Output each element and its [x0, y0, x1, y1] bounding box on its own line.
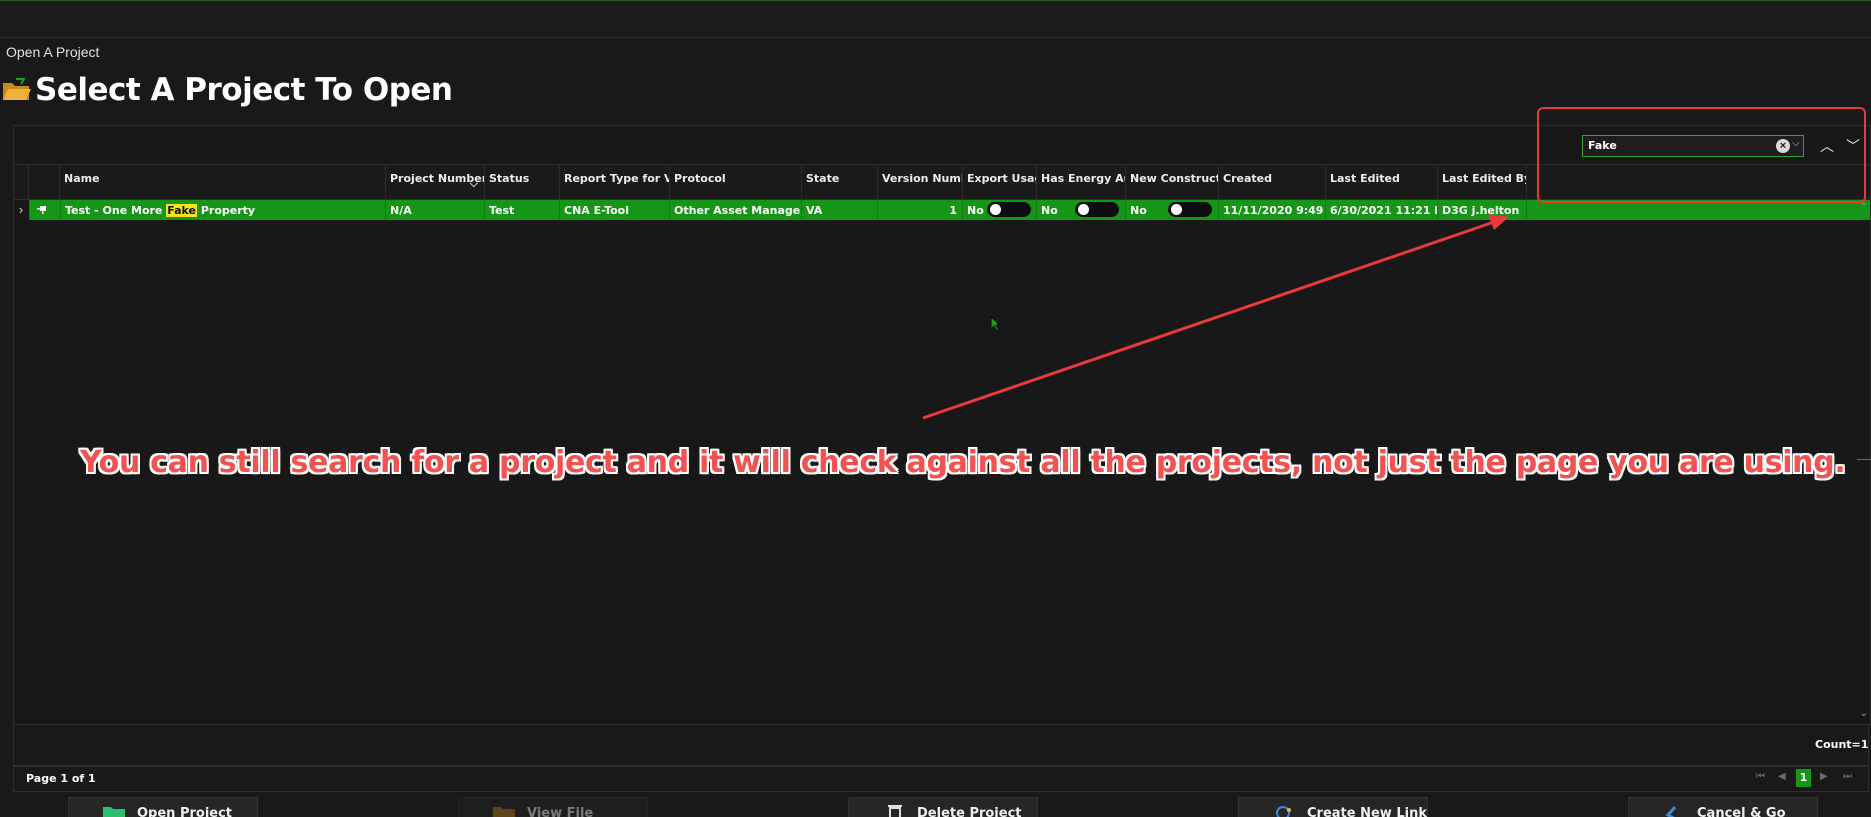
- annotation-text: You can still search for a project and i…: [80, 445, 1846, 480]
- annotation-arrow: [922, 214, 1509, 420]
- mouse-cursor-icon: [990, 316, 1002, 332]
